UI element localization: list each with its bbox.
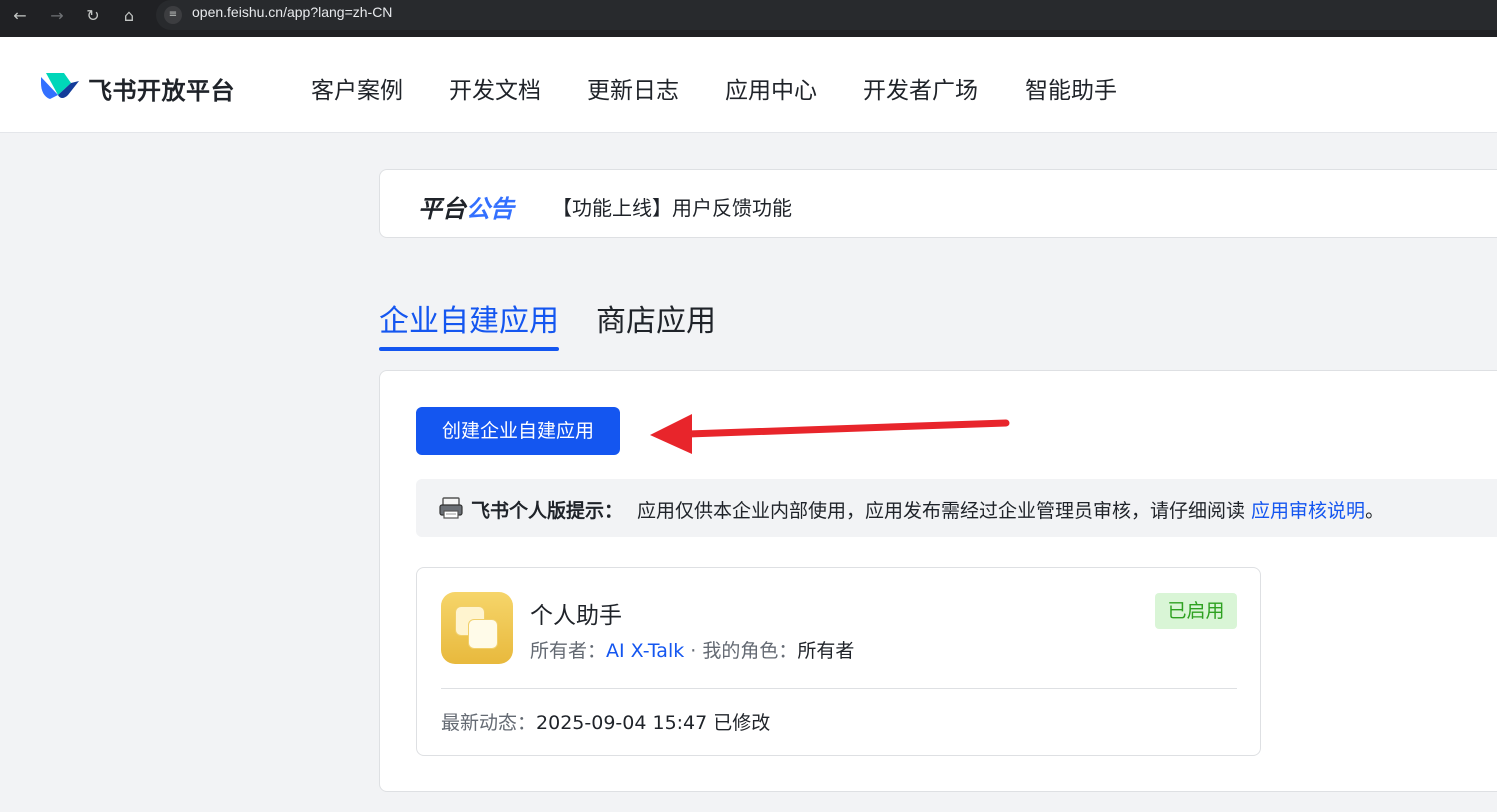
arrow-right-icon[interactable]: → xyxy=(45,4,69,28)
review-guide-link[interactable]: 应用审核说明 xyxy=(1251,500,1365,522)
announcement-link[interactable]: 【功能上线】用户反馈功能 xyxy=(552,192,792,221)
site-info-icon[interactable]: ≡ xyxy=(164,6,182,24)
address-bar[interactable]: ≡ open.feishu.cn/app?lang=zh-CN xyxy=(156,0,1497,30)
tab-custom-apps[interactable]: 企业自建应用 xyxy=(379,296,559,340)
notice-text: 应用仅供本企业内部使用，应用发布需经过企业管理员审核，请仔细阅读 应用审核说明。 xyxy=(637,500,1385,522)
card-divider xyxy=(441,688,1237,689)
annotation-arrow-icon xyxy=(650,414,1010,454)
nav-dev-plaza[interactable]: 开发者广场 xyxy=(863,71,978,105)
nav-ai-assistant[interactable]: 智能助手 xyxy=(1025,71,1117,105)
latest-activity: 最新动态：2025-09-04 15:47 已修改 xyxy=(441,712,771,734)
nav-customer-cases[interactable]: 客户案例 xyxy=(311,71,403,105)
arrow-left-icon[interactable]: ← xyxy=(8,4,32,28)
tab-store-apps[interactable]: 商店应用 xyxy=(596,296,716,340)
nav-changelog[interactable]: 更新日志 xyxy=(587,71,679,105)
printer-icon xyxy=(439,497,463,519)
app-card[interactable]: 个人助手 所有者：AI X-Talk · 我的角色：所有者 已启用 最新动态：2… xyxy=(416,567,1261,756)
app-name[interactable]: 个人助手 xyxy=(530,596,622,630)
url-text[interactable]: open.feishu.cn/app?lang=zh-CN xyxy=(192,4,392,20)
browser-toolbar: ← → ↻ ⌂ ≡ open.feishu.cn/app?lang=zh-CN xyxy=(0,0,1497,37)
notice-label: 飞书个人版提示： xyxy=(471,500,624,522)
personal-edition-notice: 飞书个人版提示： 应用仅供本企业内部使用，应用发布需经过企业管理员审核，请仔细阅… xyxy=(416,479,1497,537)
platform-announcement: 平台公告 【功能上线】用户反馈功能 xyxy=(379,169,1497,238)
announcement-title: 平台公告 xyxy=(418,195,514,223)
active-tab-indicator xyxy=(379,347,559,351)
site-header: 飞书开放平台 客户案例 开发文档 更新日志 应用中心 开发者广场 智能助手 xyxy=(0,37,1497,133)
my-role: 所有者 xyxy=(797,640,855,662)
owner-link[interactable]: AI X-Talk xyxy=(606,640,684,662)
nav-app-center[interactable]: 应用中心 xyxy=(725,71,817,105)
create-custom-app-button[interactable]: 创建企业自建应用 xyxy=(416,407,620,455)
status-badge: 已启用 xyxy=(1155,593,1237,629)
app-avatar-icon xyxy=(441,592,513,664)
feishu-logo-icon[interactable] xyxy=(38,69,80,101)
reload-icon[interactable]: ↻ xyxy=(81,4,105,28)
nav-dev-docs[interactable]: 开发文档 xyxy=(449,71,541,105)
app-meta: 所有者：AI X-Talk · 我的角色：所有者 xyxy=(530,640,855,662)
brand-name[interactable]: 飞书开放平台 xyxy=(88,71,235,106)
home-icon[interactable]: ⌂ xyxy=(117,4,141,28)
